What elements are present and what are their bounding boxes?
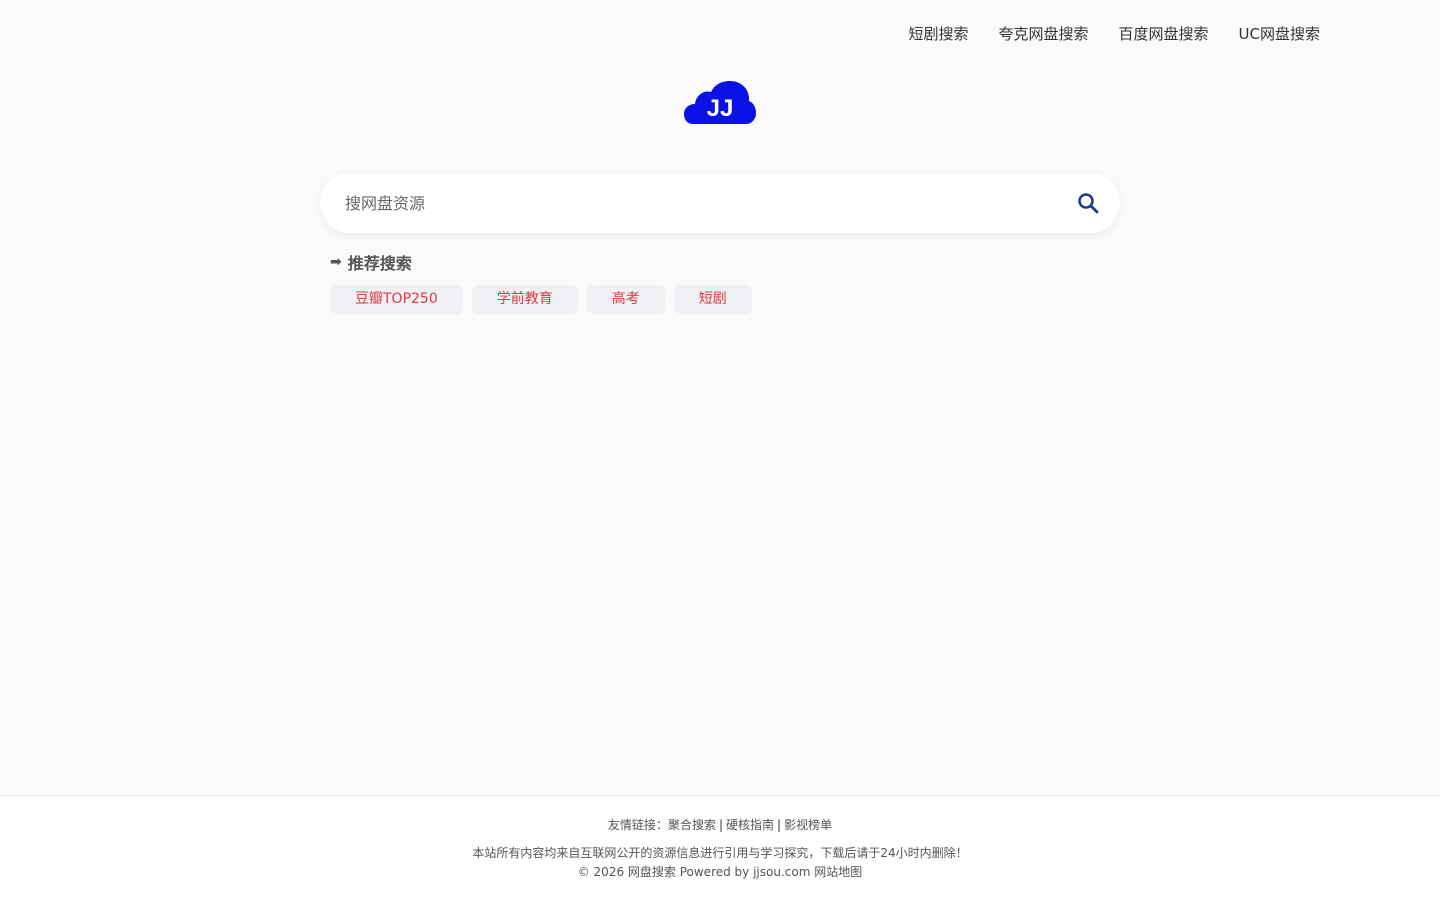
cloud-logo-icon: JJ	[684, 81, 756, 124]
tag-douban-top250[interactable]: 豆瓣TOP250	[330, 285, 463, 314]
search-bar	[320, 173, 1120, 233]
sitemap-link[interactable]: 网站地图	[814, 865, 862, 879]
separator: |	[718, 818, 723, 832]
recommend-title: 推荐搜索	[347, 254, 412, 273]
site-logo[interactable]: JJ	[684, 80, 756, 126]
recommend-heading: ➡ 推荐搜索	[330, 250, 412, 274]
nav-short-drama-search[interactable]: 短剧搜索	[909, 22, 969, 46]
friend-links-label: 友情链接：	[607, 818, 668, 832]
disclaimer-text: 本站所有内容均来自互联网公开的资源信息进行引用与学习探究，下载后请于24小时内删…	[472, 846, 968, 860]
nav-baidu-search[interactable]: 百度网盘搜索	[1119, 22, 1209, 46]
copyright: © 2026 网盘搜索 Powered by jjsou.com 网站地图	[0, 864, 1440, 880]
top-nav: 短剧搜索 夸克网盘搜索 百度网盘搜索 UC网盘搜索	[909, 22, 1321, 46]
logo-text: JJ	[707, 95, 734, 122]
search-button[interactable]	[1076, 191, 1100, 215]
tag-gaokao[interactable]: 高考	[586, 285, 665, 314]
copyright-text: © 2026 网盘搜索 Powered by jjsou.com	[577, 865, 811, 879]
separator: |	[777, 818, 782, 832]
friend-link-film-rankings[interactable]: 影视榜单	[784, 818, 832, 832]
footer: 友情链接：聚合搜索 | 硬核指南 | 影视榜单 本站所有内容均来自互联网公开的资源信息进…	[0, 795, 1440, 900]
friend-link-hardcore-guide[interactable]: 硬核指南	[726, 818, 774, 832]
friend-link-aggregate-search[interactable]: 聚合搜索	[668, 818, 716, 832]
arrow-right-icon: ➡	[330, 254, 342, 270]
nav-uc-search[interactable]: UC网盘搜索	[1239, 22, 1320, 46]
recommend-tags: 豆瓣TOP250 学前教育 高考 短剧	[330, 285, 752, 314]
friend-links: 友情链接：聚合搜索 | 硬核指南 | 影视榜单	[0, 817, 1440, 833]
tag-preschool-education[interactable]: 学前教育	[471, 285, 578, 314]
search-icon	[1078, 193, 1099, 214]
search-input[interactable]	[345, 183, 1045, 223]
nav-quark-search[interactable]: 夸克网盘搜索	[999, 22, 1089, 46]
tag-short-drama[interactable]: 短剧	[673, 285, 752, 314]
